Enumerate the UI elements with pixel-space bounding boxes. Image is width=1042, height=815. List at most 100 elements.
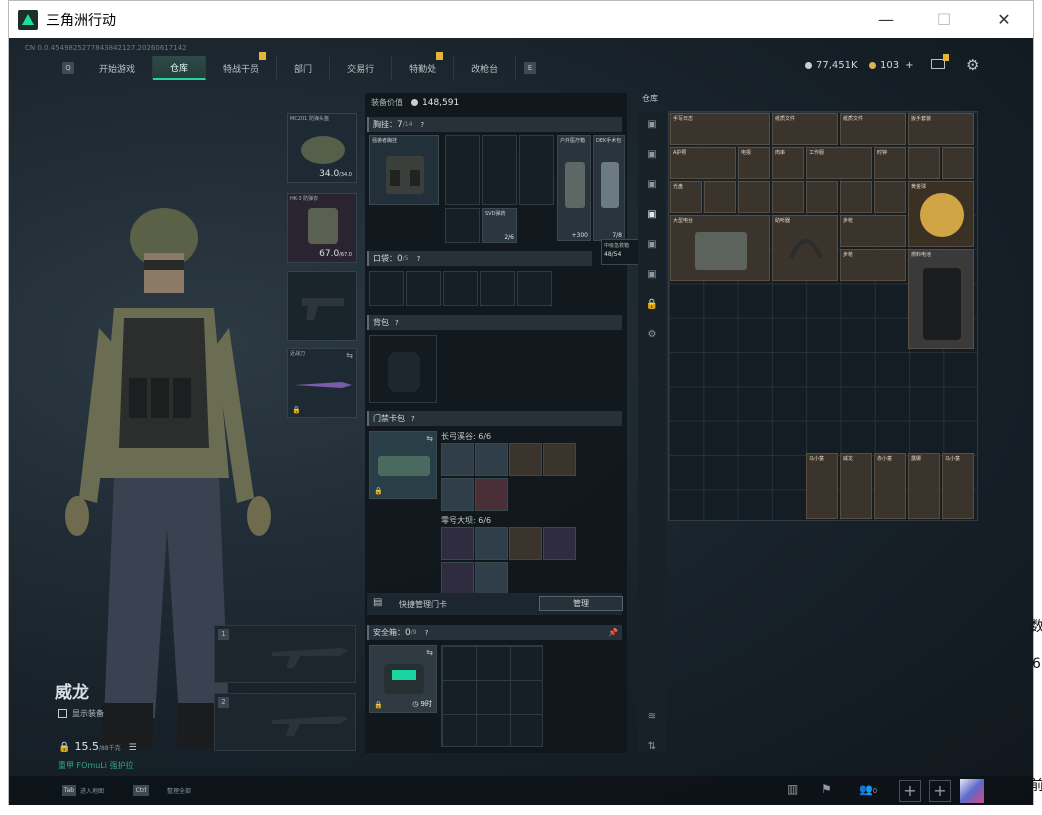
help-icon[interactable]: ?	[420, 121, 424, 129]
storage-item[interactable]: 光盘	[670, 181, 702, 213]
dek-surgery-item[interactable]: DEK手术包 7/8	[593, 135, 625, 241]
manage-button[interactable]: 管理	[539, 596, 623, 611]
tab-gunsmith[interactable]: 改枪台	[454, 56, 517, 80]
invite-slot-button[interactable]: +	[929, 780, 951, 802]
storage-item[interactable]: 纸质文件	[840, 113, 906, 145]
rig-cell[interactable]	[445, 135, 480, 205]
storage-tab-icon[interactable]: ▣	[644, 177, 660, 193]
rig-cell[interactable]	[445, 208, 480, 243]
storage-item[interactable]	[840, 181, 872, 213]
safebox-grid[interactable]	[441, 645, 543, 747]
rig-cell[interactable]	[482, 135, 517, 205]
melee-slot[interactable]: 近战刀 ⇆ 🔒	[287, 348, 357, 418]
storage-tab-icon[interactable]: ▣	[644, 207, 660, 223]
close-button[interactable]: ✕	[975, 1, 1033, 38]
storage-tab-icon[interactable]: ▣	[644, 267, 660, 283]
storage-item[interactable]: 赤小童	[874, 453, 906, 519]
help-icon[interactable]: ?	[417, 255, 421, 263]
nav-prev-key[interactable]: Q	[62, 62, 74, 74]
storage-item[interactable]: 扳手套装	[908, 113, 974, 145]
keycard-item[interactable]	[441, 478, 474, 511]
tab-warehouse[interactable]: 仓库	[153, 56, 207, 80]
storage-item[interactable]: 步枪	[840, 249, 906, 281]
keycard-item[interactable]	[509, 527, 542, 560]
safebox-item[interactable]: ⇆ 🔒 ◷ 9时	[369, 645, 437, 713]
tab-operators[interactable]: 特战干员	[206, 52, 278, 80]
armor-slot[interactable]: HK-3 防弹衣 67.0/67.0	[287, 193, 357, 263]
keycard-item[interactable]	[475, 443, 508, 476]
list-icon[interactable]: ☰	[129, 743, 137, 753]
settings-gear-icon[interactable]: ⚙	[966, 56, 979, 74]
help-icon[interactable]: ?	[395, 319, 399, 327]
storage-item[interactable]: 助听器	[772, 215, 838, 281]
stats-chart-icon[interactable]: ▥	[787, 782, 798, 796]
lock-icon[interactable]: 🔒	[644, 297, 660, 313]
storage-item[interactable]: 纸质文件	[772, 113, 838, 145]
storage-item[interactable]	[738, 181, 770, 213]
swap-icon[interactable]: ⇆	[426, 648, 433, 657]
tab-market[interactable]: 交易行	[330, 56, 393, 80]
keycard-case-item[interactable]: ⇆ 🔒	[369, 431, 437, 499]
primary-weapon-slot[interactable]: 1	[214, 625, 356, 683]
show-gear-toggle[interactable]: 显示装备	[58, 708, 104, 719]
pocket-cell[interactable]	[480, 271, 515, 306]
keycard-item[interactable]	[543, 443, 576, 476]
tab-start-game[interactable]: 开始游戏	[82, 56, 154, 80]
svd-ammo-item[interactable]: SVD弹药 2/6	[482, 208, 517, 243]
currency-main[interactable]: 77,451K	[805, 60, 858, 71]
keycard-item[interactable]	[543, 527, 576, 560]
keycard-item[interactable]	[475, 527, 508, 560]
storage-item[interactable]	[772, 181, 804, 213]
invite-slot-button[interactable]: +	[899, 780, 921, 802]
keycard-item[interactable]	[441, 527, 474, 560]
party-members[interactable]: 👥0	[859, 783, 877, 796]
storage-item[interactable]	[942, 147, 974, 179]
swap-icon[interactable]: ⇆	[346, 351, 353, 360]
pin-icon[interactable]: 📌	[608, 628, 618, 637]
sort-icon[interactable]: ⇅	[644, 739, 660, 755]
tab-department[interactable]: 部门	[277, 56, 331, 80]
secondary-weapon-slot[interactable]: 2	[214, 693, 356, 751]
keycard-item[interactable]	[475, 562, 508, 595]
storage-tab-icon[interactable]: ▣	[644, 117, 660, 133]
minimize-button[interactable]: —	[857, 1, 915, 38]
ctrl-key-hint[interactable]: Ctrl	[133, 785, 149, 796]
outdoor-medkit-item[interactable]: 户外医疗箱 +300	[557, 135, 591, 241]
storage-item[interactable]: 马小童	[806, 453, 838, 519]
storage-item[interactable]: 手写日志	[670, 113, 770, 145]
storage-tab-icon[interactable]: ▣	[644, 147, 660, 163]
storage-item[interactable]: 燃料电池	[908, 249, 974, 349]
storage-item[interactable]: 马小童	[942, 453, 974, 519]
pocket-cell[interactable]	[369, 271, 404, 306]
rig-cell[interactable]	[519, 135, 554, 205]
help-icon[interactable]: ?	[411, 415, 415, 423]
storage-item[interactable]: 时钟	[874, 147, 906, 179]
tab-key-hint[interactable]: Tab	[62, 785, 76, 796]
storage-item[interactable]	[806, 181, 838, 213]
flag-icon[interactable]: ⚑	[821, 782, 832, 796]
storage-item[interactable]	[908, 147, 940, 179]
storage-item[interactable]: 工作服	[806, 147, 872, 179]
maximize-button[interactable]: ☐	[915, 1, 973, 38]
storage-item[interactable]: 威龙	[840, 453, 872, 519]
tab-special-service[interactable]: 特勤处	[392, 52, 455, 80]
currency-add-button[interactable]: +	[905, 60, 913, 71]
nav-next-key[interactable]: E	[524, 62, 537, 74]
keycard-item[interactable]	[475, 478, 508, 511]
pocket-cell[interactable]	[517, 271, 552, 306]
player-avatar[interactable]	[960, 779, 984, 803]
storage-item[interactable]: 电报	[738, 147, 770, 179]
help-icon[interactable]: ?	[425, 629, 429, 637]
title-bar[interactable]: 三角洲行动 — ☐ ✕	[9, 1, 1033, 38]
storage-tab-icon[interactable]: ▣	[644, 237, 660, 253]
pocket-cell[interactable]	[406, 271, 441, 306]
chest-rig-item[interactable]: 强袭者胸挂	[369, 135, 439, 205]
mail-icon[interactable]	[931, 54, 949, 69]
storage-item[interactable]	[704, 181, 736, 213]
storage-item[interactable]: 肉串	[772, 147, 804, 179]
keycard-item[interactable]	[441, 443, 474, 476]
swap-icon[interactable]: ⇆	[426, 434, 433, 443]
show-gear-checkbox[interactable]	[58, 709, 67, 718]
layers-icon[interactable]: ≋	[644, 709, 660, 725]
helmet-slot[interactable]: MC201 防弹头盔 34.0/34.0	[287, 113, 357, 183]
